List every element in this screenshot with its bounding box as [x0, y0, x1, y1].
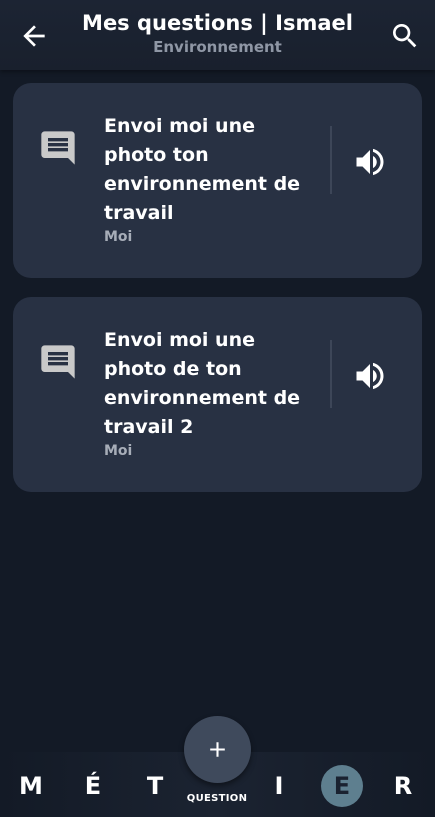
search-button[interactable] — [389, 20, 421, 52]
add-question-button[interactable] — [184, 716, 251, 783]
search-icon — [393, 24, 417, 48]
nav-letter-m[interactable]: M — [11, 770, 51, 802]
app-bar: Mes questions | Ismael Environnement — [0, 0, 435, 70]
chat-message-icon — [41, 131, 75, 165]
question-card[interactable]: Envoi moi une photo de ton environnement… — [13, 297, 422, 492]
volume-icon — [356, 362, 384, 390]
add-question-label: QUESTION — [186, 793, 248, 804]
back-button[interactable] — [18, 20, 50, 52]
play-audio-button[interactable] — [352, 144, 388, 180]
question-card[interactable]: Envoi moi une photo ton environnement de… — [13, 83, 422, 278]
question-author: Moi — [104, 229, 133, 245]
chat-message-icon — [41, 345, 75, 379]
question-text: Envoi moi une photo de ton environnement… — [104, 329, 301, 438]
nav-letter-r[interactable]: R — [383, 770, 423, 802]
play-audio-button[interactable] — [352, 358, 388, 394]
arrow-left-icon — [23, 25, 45, 47]
question-author: Moi — [104, 443, 133, 459]
question-text: Envoi moi une photo ton environnement de… — [104, 115, 301, 224]
nav-letter-e-acute[interactable]: É — [73, 770, 113, 802]
volume-icon — [356, 148, 384, 176]
card-divider — [330, 126, 332, 194]
page-subtitle: Environnement — [153, 38, 282, 56]
nav-letter-e-active[interactable]: E — [321, 765, 363, 807]
plus-icon — [210, 742, 225, 757]
title-block: Mes questions | Ismael Environnement — [60, 10, 375, 57]
card-divider — [330, 340, 332, 408]
page-title: Mes questions | Ismael — [82, 11, 353, 35]
